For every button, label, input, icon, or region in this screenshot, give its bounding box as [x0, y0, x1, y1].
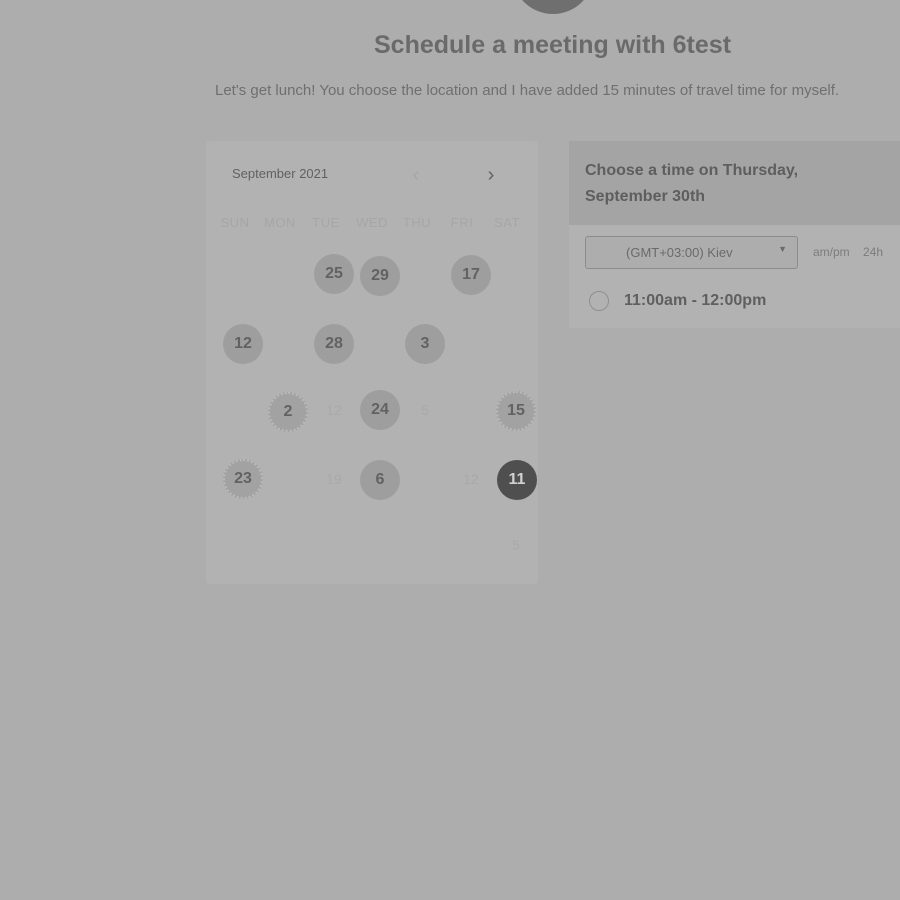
chevron-left-icon: ‹ — [412, 163, 420, 186]
calendar-day[interactable]: 3 — [405, 324, 445, 364]
calendar-day[interactable]: 12 — [223, 324, 263, 364]
scheduling-page: Schedule a meeting with 6test Let's get … — [0, 0, 900, 900]
calendar-day: 5 — [512, 537, 520, 553]
calendar-day[interactable]: 6 — [360, 460, 400, 500]
time-panel-heading: Choose a time on Thursday, September 30t… — [585, 162, 799, 205]
format-24h-toggle[interactable]: 24h — [863, 245, 883, 259]
calendar-day[interactable]: 23 — [223, 459, 263, 499]
page-title: Schedule a meeting with 6test — [373, 31, 732, 59]
weekday-mon: MON — [264, 215, 296, 230]
calendar-day: 12 — [326, 402, 342, 418]
weekday-thu: THU — [402, 215, 432, 230]
month-label: September 2021 — [232, 166, 329, 181]
calendar-day: 19 — [326, 471, 342, 487]
prev-month-button[interactable]: ‹ — [404, 163, 428, 187]
calendar-day[interactable]: 17 — [451, 255, 491, 295]
calendar-panel: September 2021 ‹ › SUN MON TUE WED THU F… — [206, 141, 538, 584]
weekday-tue: TUE — [312, 215, 340, 230]
weekday-fri: FRI — [450, 215, 474, 230]
calendar-day[interactable]: 2 — [268, 392, 308, 432]
calendar-day: 5 — [421, 402, 429, 418]
format-ampm-toggle[interactable]: am/pm — [813, 245, 850, 259]
calendar-day[interactable]: 25 — [314, 254, 354, 294]
weekday-sun: SUN — [220, 215, 250, 230]
radio-icon[interactable] — [589, 291, 609, 311]
calendar-day[interactable]: 28 — [314, 324, 354, 364]
calendar-day[interactable]: 15 — [496, 391, 536, 431]
calendar-day[interactable]: 29 — [360, 256, 400, 296]
avatar — [512, 0, 594, 14]
caret-down-icon: ▼ — [778, 244, 787, 254]
next-month-button[interactable]: › — [479, 163, 503, 187]
calendar-day[interactable]: 24 — [360, 390, 400, 430]
page-subtitle: Let's get lunch! You choose the location… — [215, 82, 840, 99]
weekday-wed: WED — [356, 215, 388, 230]
time-slot[interactable]: 11:00am - 12:00pm — [589, 291, 766, 311]
chevron-right-icon: › — [487, 163, 495, 186]
time-panel: Choose a time on Thursday, September 30t… — [569, 141, 900, 328]
time-slot-label: 11:00am - 12:00pm — [624, 292, 767, 309]
calendar-day: 12 — [463, 471, 479, 487]
timezone-select[interactable]: (GMT+03:00) Kiev ▼ — [585, 236, 798, 269]
time-panel-header: Choose a time on Thursday, September 30t… — [569, 141, 900, 225]
calendar-day-selected[interactable]: 11 — [497, 460, 537, 500]
timezone-value: (GMT+03:00) Kiev — [626, 245, 733, 260]
weekday-sat: SAT — [494, 215, 520, 230]
